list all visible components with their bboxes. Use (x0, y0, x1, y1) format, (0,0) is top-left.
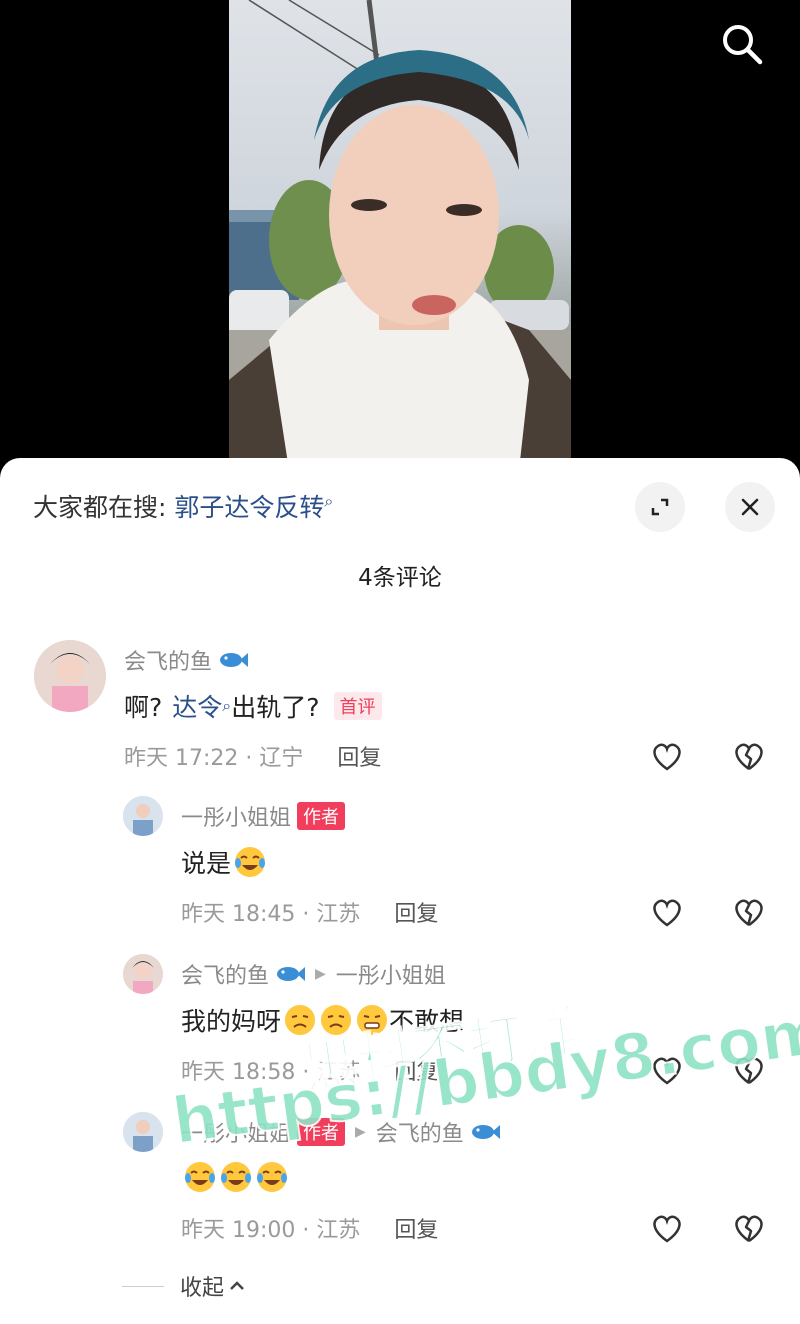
comment-text (181, 1160, 289, 1194)
collapse-replies-button[interactable]: 收起 (122, 1270, 246, 1302)
dislike-button[interactable] (731, 1210, 767, 1246)
hot-search[interactable]: 大家都在搜: 郭子达令反转⌕ (33, 488, 333, 524)
comment-meta: 昨天 18:45 · 江苏 回复 (181, 896, 438, 928)
comment-meta: 昨天 19:00 · 江苏 回复 (181, 1212, 438, 1244)
comment-username[interactable]: 会飞的鱼 ▶ 一彤小姐姐 (181, 958, 446, 990)
search-button[interactable] (718, 20, 766, 68)
broken-heart-icon (735, 1215, 763, 1243)
reply-button[interactable]: 回复 (394, 896, 438, 928)
comment-text: 啊? 达令 ⌕ 出轨了? 首评 (124, 688, 382, 724)
heart-icon (653, 899, 681, 927)
comment-sheet: 大家都在搜: 郭子达令反转⌕ 4条评论 会飞的鱼 啊? 达令 ⌕ 出轨了? 首评… (0, 458, 800, 1324)
expand-button[interactable] (635, 482, 685, 532)
like-button[interactable] (649, 738, 685, 774)
like-button[interactable] (649, 1210, 685, 1246)
video-frame[interactable] (229, 0, 571, 470)
broken-heart-icon (735, 899, 763, 927)
divider (122, 1285, 164, 1287)
frowning-emoji-icon (321, 1005, 352, 1035)
comment-meta: 昨天 18:58 · 江苏 回复 (181, 1054, 438, 1086)
comment-text: 我的妈呀 不敢想 (181, 1002, 464, 1038)
comment-time-location: 昨天 18:45 · 江苏 (181, 902, 361, 927)
crying-laughing-emoji-icon (235, 847, 266, 877)
close-icon (741, 498, 759, 516)
like-button[interactable] (649, 1052, 685, 1088)
comment-username[interactable]: 一彤小姐姐 作者 ▶ 会飞的鱼 (181, 1116, 500, 1148)
reply-button[interactable]: 回复 (394, 1054, 438, 1086)
reply-button[interactable]: 回复 (394, 1212, 438, 1244)
like-button[interactable] (649, 894, 685, 930)
dislike-button[interactable] (731, 894, 767, 930)
dislike-button[interactable] (731, 1052, 767, 1088)
author-badge: 作者 (297, 1118, 346, 1146)
keyword-search-icon: ⌕ (222, 696, 232, 715)
grimacing-emoji-icon (357, 1005, 388, 1035)
comment-username[interactable]: 会飞的鱼 (124, 644, 249, 676)
comment-time-location: 昨天 19:00 · 江苏 (181, 1218, 361, 1243)
heart-icon (653, 1215, 681, 1243)
heart-icon (653, 1057, 681, 1085)
dislike-button[interactable] (731, 738, 767, 774)
avatar[interactable] (123, 1112, 163, 1152)
reply-to-username[interactable]: 一彤小姐姐 (336, 958, 446, 990)
reply-to-username[interactable]: 会飞的鱼 (376, 1116, 464, 1148)
chevron-up-icon (230, 1281, 244, 1290)
keyword-search-icon: ⌕ (324, 491, 334, 511)
avatar[interactable] (123, 954, 163, 994)
first-comment-badge: 首评 (333, 692, 382, 720)
hot-search-keyword[interactable]: 郭子达令反转 (174, 493, 324, 522)
heart-icon (653, 743, 681, 771)
author-badge: 作者 (297, 802, 346, 830)
avatar[interactable] (123, 796, 163, 836)
comment-meta: 昨天 17:22 · 辽宁 回复 (124, 740, 381, 772)
avatar[interactable] (34, 640, 106, 712)
broken-heart-icon (735, 1057, 763, 1085)
comment-username[interactable]: 一彤小姐姐 作者 (181, 800, 346, 832)
video-still (229, 0, 571, 470)
sheet-header: 大家都在搜: 郭子达令反转⌕ (0, 458, 800, 558)
comment-keyword-link[interactable]: 达令 (172, 688, 222, 724)
reply-arrow-icon: ▶ (315, 966, 326, 982)
crying-laughing-emoji-icon (257, 1162, 287, 1192)
video-area[interactable] (0, 0, 800, 470)
comment-count-title: 4条评论 (358, 565, 442, 591)
reply-arrow-icon: ▶ (355, 1124, 366, 1140)
reply-button[interactable]: 回复 (337, 740, 381, 772)
frowning-emoji-icon (285, 1005, 316, 1035)
expand-icon (651, 498, 669, 516)
close-button[interactable] (725, 482, 775, 532)
crying-laughing-emoji-icon (185, 1162, 215, 1192)
fish-icon (220, 653, 249, 667)
comment-text: 说是 (181, 844, 267, 880)
broken-heart-icon (735, 743, 763, 771)
comment-time-location: 昨天 17:22 · 辽宁 (124, 746, 304, 771)
fish-icon (277, 967, 306, 981)
hot-search-prefix: 大家都在搜: (33, 493, 167, 522)
search-icon (723, 25, 763, 65)
fish-icon (471, 1125, 500, 1139)
comment-time-location: 昨天 18:58 · 江苏 (181, 1060, 361, 1085)
crying-laughing-emoji-icon (221, 1162, 251, 1192)
